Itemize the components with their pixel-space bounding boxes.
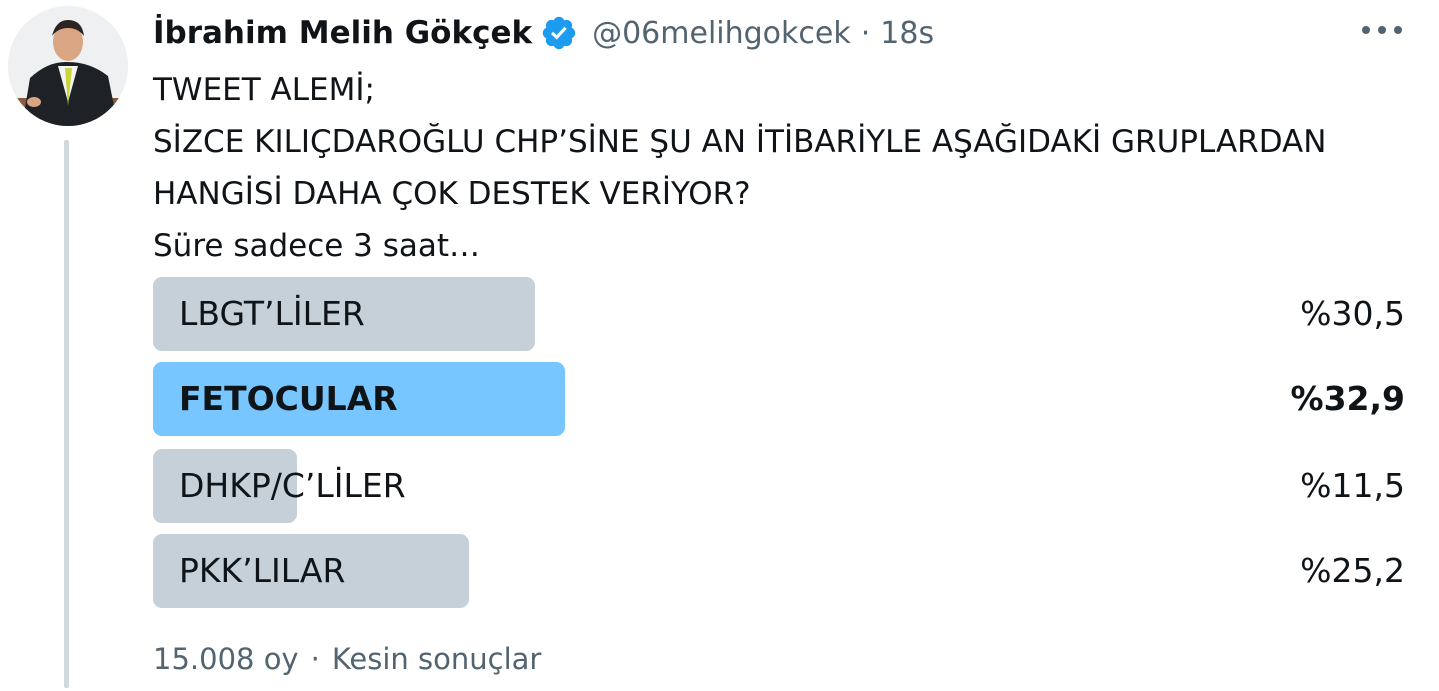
- poll-option-label: LBGT’LİLER: [179, 294, 365, 333]
- display-name[interactable]: İbrahim Melih Gökçek: [153, 15, 532, 51]
- tweet-text-line: Süre sadece 3 saat…: [153, 228, 481, 264]
- ellipsis-icon: [1394, 26, 1402, 34]
- poll-option-label: PKK’LILAR: [179, 551, 346, 590]
- poll-option: LBGT’LİLER %30,5: [153, 277, 1405, 351]
- tweet-header: İbrahim Melih Gökçek @06melihgokcek · 18…: [153, 10, 934, 56]
- poll-option-label: FETOCULAR: [179, 379, 398, 418]
- verified-badge-icon: [542, 16, 576, 50]
- ellipsis-icon: [1378, 26, 1386, 34]
- tweet-text-line: HANGİSİ DAHA ÇOK DESTEK VERİYOR?: [153, 176, 751, 212]
- poll-status: Kesin sonuçlar: [331, 642, 542, 676]
- user-handle[interactable]: @06melihgokcek: [592, 16, 851, 51]
- tweet-text-line: TWEET ALEMİ;: [153, 72, 375, 108]
- tweet-text: TWEET ALEMİ; SİZCE KILIÇDAROĞLU CHP’SİNE…: [153, 64, 1423, 272]
- poll-option-percent: %32,9: [1290, 379, 1406, 418]
- tweet-text-line: SİZCE KILIÇDAROĞLU CHP’SİNE ŞU AN İTİBAR…: [153, 124, 1327, 160]
- poll-footer: 15.008 oy · Kesin sonuçlar: [153, 636, 541, 682]
- footer-separator: ·: [310, 642, 320, 676]
- thread-line: [64, 140, 69, 688]
- profile-photo: [8, 6, 128, 126]
- poll-option-percent: %30,5: [1300, 294, 1405, 333]
- poll-option-percent: %11,5: [1300, 466, 1405, 505]
- poll-option: PKK’LILAR %25,2: [153, 534, 1405, 608]
- more-options-button[interactable]: [1362, 18, 1402, 42]
- poll-option: DHKP/C’LİLER %11,5: [153, 449, 1405, 523]
- ellipsis-icon: [1362, 26, 1370, 34]
- poll-option: FETOCULAR %32,9: [153, 362, 1405, 436]
- poll-option-percent: %25,2: [1300, 551, 1405, 590]
- vote-count: 15.008 oy: [153, 642, 299, 676]
- poll-option-label: DHKP/C’LİLER: [179, 466, 406, 505]
- header-separator: ·: [860, 15, 871, 51]
- timestamp[interactable]: 18s: [880, 16, 934, 51]
- avatar[interactable]: [8, 6, 128, 126]
